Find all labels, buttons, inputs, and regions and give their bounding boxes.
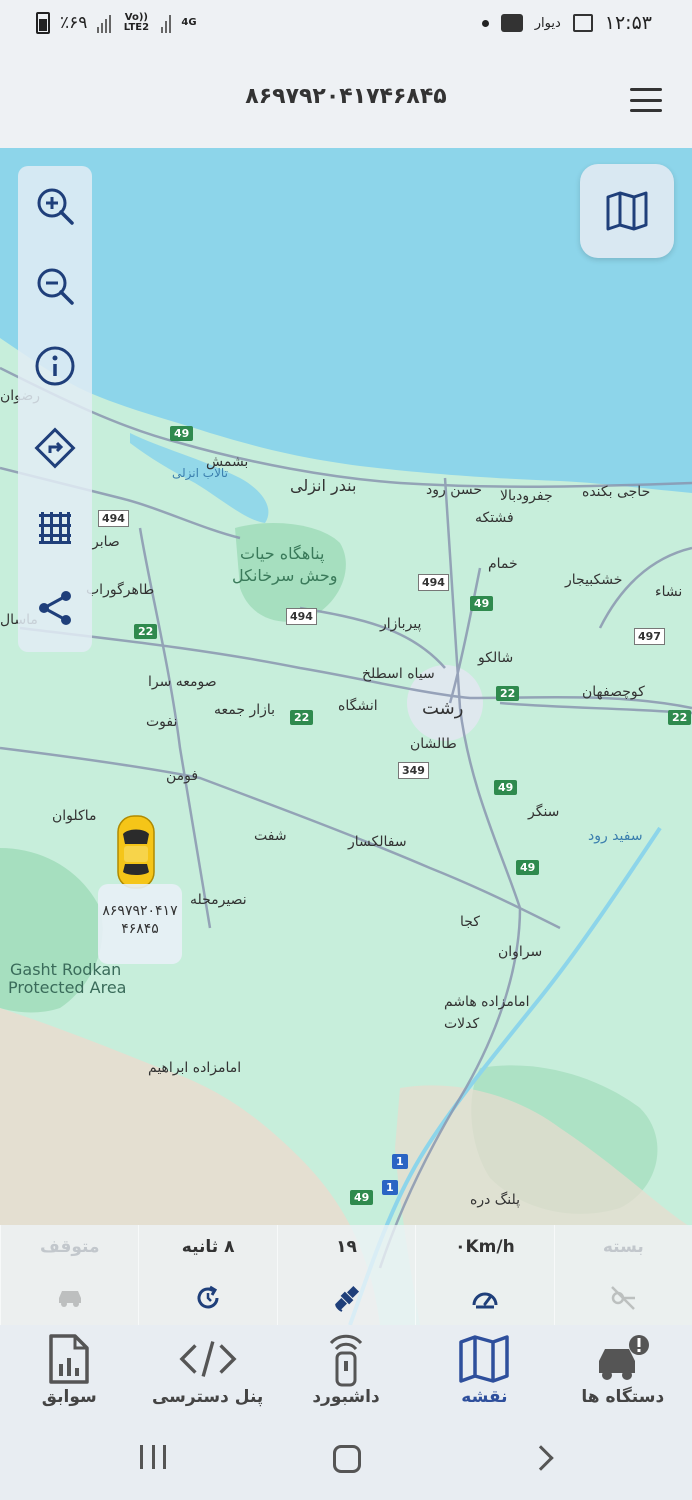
- message-icon: [500, 14, 523, 32]
- road-shield: 22: [668, 710, 692, 725]
- vehicle-marker[interactable]: [112, 812, 160, 892]
- report-icon: [39, 1331, 99, 1387]
- update-interval-cell: ۸ ثانیه: [138, 1225, 277, 1325]
- status-right: دیوار ۱۲:۵۳: [481, 12, 652, 34]
- road-shield: 349: [398, 762, 429, 779]
- nav-dashboard[interactable]: داشبورد: [277, 1325, 415, 1423]
- road-shields: 49 494 494 494 22 22 22 22 49 49 49 349 …: [0, 148, 692, 1325]
- status-bar: ٪۶۹ Vo)) LTE2 4G دیوار ۱۲:۵۳: [0, 0, 692, 52]
- nav-history[interactable]: سوابق: [0, 1325, 138, 1423]
- satellite-icon: [334, 1285, 359, 1312]
- vehicle-label-line1: ۸۶۹۷۹۲۰۴۱۷: [102, 903, 178, 919]
- app-header: ۸۶۹۷۹۲۰۴۱۷۴۶۸۴۵: [0, 52, 692, 148]
- share-button[interactable]: [31, 584, 79, 632]
- speedometer-icon: [472, 1292, 498, 1309]
- zoom-in-button[interactable]: [31, 182, 79, 230]
- car-icon: [58, 1291, 81, 1307]
- road-shield: 49: [170, 426, 194, 441]
- status-cell: متوقف: [0, 1225, 139, 1325]
- car-icon: [117, 815, 155, 889]
- nav-map[interactable]: نقشه: [415, 1325, 553, 1423]
- satellites-value: ۱۹: [336, 1237, 357, 1257]
- code-icon: [178, 1331, 238, 1387]
- road-shield: 1: [382, 1180, 398, 1195]
- dot-icon: [481, 19, 489, 27]
- battery-icon: [36, 12, 50, 34]
- road-shield: 49: [516, 860, 540, 875]
- nav-dashboard-label: داشبورد: [312, 1387, 380, 1407]
- directions-icon: [34, 427, 76, 469]
- ignition-cell: بسته: [553, 1225, 692, 1325]
- nav-devices[interactable]: دستگاه ها: [554, 1325, 692, 1423]
- page-title: ۸۶۹۷۹۲۰۴۱۷۴۶۸۴۵: [245, 84, 447, 109]
- nav-devices-label: دستگاه ها: [581, 1387, 665, 1407]
- road-shield: 1: [392, 1154, 408, 1169]
- road-shield: 497: [634, 628, 665, 645]
- satellites-cell: ۱۹: [276, 1225, 416, 1325]
- ignition-value: بسته: [602, 1237, 644, 1257]
- zoom-out-button[interactable]: [31, 262, 79, 310]
- clock: ۱۲:۵۳: [604, 12, 652, 34]
- grid-button[interactable]: [31, 504, 79, 552]
- signal-icon: [97, 13, 112, 33]
- road-shield: 49: [470, 596, 494, 611]
- zoom-out-icon: [37, 268, 74, 305]
- vehicle-label: ۸۶۹۷۹۲۰۴۱۷ ۴۶۸۴۵: [98, 884, 182, 964]
- home-button[interactable]: [333, 1445, 361, 1473]
- share-icon: [39, 591, 71, 625]
- vehicle-label-line2: ۴۶۸۴۵: [121, 921, 159, 937]
- nav-access-panel-label: پنل دسترسی: [151, 1387, 264, 1407]
- app-screen: ٪۶۹ Vo)) LTE2 4G دیوار ۱۲:۵۳ ۸۶۹۷۹۲۰۴۱۷۴…: [0, 0, 692, 1500]
- key-off-icon: [611, 1286, 636, 1310]
- grid-icon: [39, 512, 71, 544]
- car-alert-icon: [593, 1331, 653, 1387]
- road-shield: 494: [418, 574, 449, 591]
- 4g-indicator: 4G: [181, 17, 197, 28]
- speed-value: ۰Km/h: [455, 1237, 515, 1257]
- system-navigation-bar: [0, 1423, 692, 1500]
- nav-map-label: نقشه: [461, 1387, 508, 1407]
- map-icon: [454, 1331, 514, 1387]
- road-shield: 49: [494, 780, 518, 795]
- update-interval-value: ۸ ثانیه: [181, 1237, 235, 1257]
- recents-button[interactable]: [140, 1445, 166, 1471]
- road-shield: 494: [98, 510, 129, 527]
- zoom-in-icon: [37, 188, 74, 225]
- remote-icon: [316, 1331, 376, 1387]
- road-shield: 22: [496, 686, 520, 701]
- speed-cell: ۰Km/h: [415, 1225, 554, 1325]
- volte-indicator: Vo)) LTE2: [123, 12, 150, 33]
- image-icon: [572, 14, 593, 32]
- road-shield: 22: [290, 710, 314, 725]
- directions-button[interactable]: [31, 424, 79, 472]
- road-shield: 494: [286, 608, 317, 625]
- status-value: متوقف: [39, 1237, 100, 1257]
- refresh-icon: [197, 1285, 219, 1309]
- nav-access-panel[interactable]: پنل دسترسی: [138, 1325, 276, 1423]
- notification-app-label: دیوار: [534, 15, 561, 31]
- vehicle-info-strip: بسته ۰Km/h ۱۹ ۸ ثانیه متوقف: [0, 1225, 692, 1325]
- status-left: ٪۶۹ Vo)) LTE2 4G: [36, 12, 197, 34]
- hamburger-icon[interactable]: [630, 88, 662, 112]
- road-shield: 22: [134, 624, 158, 639]
- battery-level: ٪۶۹: [60, 13, 88, 33]
- nav-history-label: سوابق: [41, 1387, 97, 1407]
- back-button[interactable]: [528, 1445, 554, 1471]
- map-icon: [606, 191, 648, 231]
- info-icon: [35, 346, 75, 386]
- info-button[interactable]: [31, 342, 79, 390]
- map-type-button[interactable]: [580, 164, 674, 258]
- bottom-navigation: دستگاه ها نقشه داشبورد پنل دسترسی سوابق: [0, 1325, 692, 1423]
- road-shield: 49: [350, 1190, 374, 1205]
- signal-icon-2: [161, 13, 172, 33]
- map-tools-panel: [18, 166, 92, 652]
- map-view[interactable]: بندر انزلی حسن رود جفرودبالا حاجی بکنده …: [0, 148, 692, 1325]
